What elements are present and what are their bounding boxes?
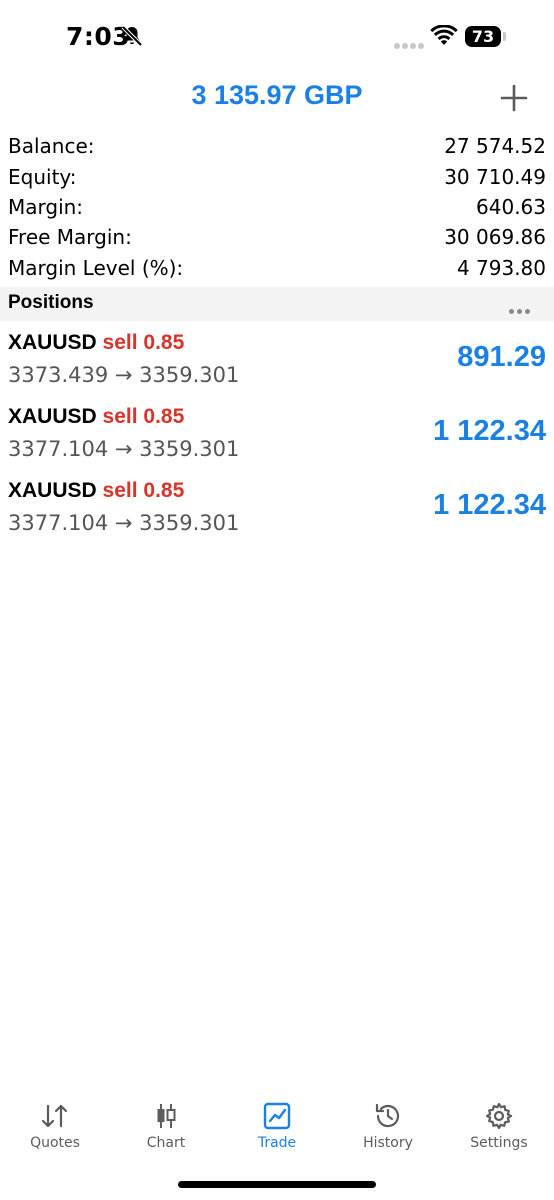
account-value: 27 574.52	[444, 134, 546, 159]
cellular-signal-icon	[394, 36, 426, 54]
account-row-balance: Balance: 27 574.52	[0, 131, 554, 161]
quotes-icon	[41, 1104, 68, 1128]
tab-quotes[interactable]: Quotes	[0, 1093, 110, 1151]
tab-label: History	[363, 1135, 413, 1151]
account-value: 640.63	[476, 194, 546, 219]
account-summary: Balance: 27 574.52 Equity: 30 710.49 Mar…	[0, 131, 554, 283]
account-row-margin-level: Margin Level (%): 4 793.80	[0, 253, 554, 283]
account-label: Margin:	[8, 194, 84, 219]
position-profit: 1 122.34	[433, 489, 546, 521]
history-icon	[375, 1103, 400, 1128]
position-row[interactable]: XAUUSD sell 0.85 3373.439 → 3359.301 891…	[0, 331, 554, 405]
position-direction: sell 0.85	[102, 405, 185, 428]
position-prices: 3377.104 → 3359.301	[8, 511, 240, 535]
bottom-tab-bar: Quotes Chart Trade History Settings	[0, 1093, 554, 1163]
account-label: Margin Level (%):	[8, 255, 184, 280]
account-label: Equity:	[8, 164, 77, 189]
position-direction: sell 0.85	[102, 331, 185, 354]
account-label: Free Margin:	[8, 225, 132, 250]
tab-trade[interactable]: Trade	[222, 1093, 332, 1151]
position-symbol-line: XAUUSD sell 0.85	[8, 479, 184, 503]
account-row-margin: Margin: 640.63	[0, 192, 554, 222]
bell-muted-icon	[121, 25, 143, 47]
battery-icon: 73	[465, 26, 501, 47]
more-options-icon[interactable]	[509, 301, 533, 319]
position-symbol: XAUUSD	[8, 405, 97, 428]
chart-icon	[157, 1104, 176, 1128]
position-profit: 1 122.34	[433, 415, 546, 447]
position-symbol: XAUUSD	[8, 331, 97, 354]
settings-icon	[485, 1102, 513, 1130]
wifi-icon	[430, 25, 458, 45]
tab-label: Quotes	[30, 1135, 80, 1151]
home-indicator	[178, 1181, 376, 1188]
account-value: 4 793.80	[456, 255, 546, 280]
position-profit: 891.29	[457, 341, 546, 373]
status-bar: 7:03 73	[0, 0, 554, 70]
position-symbol: XAUUSD	[8, 479, 97, 502]
account-row-equity: Equity: 30 710.49	[0, 161, 554, 191]
positions-title: Positions	[8, 292, 94, 313]
positions-section-header: Positions	[0, 287, 554, 321]
account-row-free-margin: Free Margin: 30 069.86	[0, 222, 554, 252]
trade-icon	[263, 1102, 291, 1130]
tab-settings[interactable]: Settings	[444, 1093, 554, 1151]
tab-label: Trade	[257, 1135, 297, 1151]
add-order-button[interactable]	[496, 80, 532, 116]
battery-tip	[503, 32, 506, 41]
position-prices: 3377.104 → 3359.301	[8, 437, 240, 461]
position-symbol-line: XAUUSD sell 0.85	[8, 331, 184, 355]
account-value: 30 069.86	[444, 225, 546, 250]
tab-chart[interactable]: Chart	[111, 1093, 221, 1151]
tab-label: Settings	[470, 1135, 528, 1151]
position-row[interactable]: XAUUSD sell 0.85 3377.104 → 3359.301 1 1…	[0, 405, 554, 479]
position-prices: 3373.439 → 3359.301	[8, 363, 240, 387]
account-label: Balance:	[8, 134, 95, 159]
account-profit-title: 3 135.97 GBP	[191, 80, 363, 110]
tab-label: Chart	[146, 1135, 186, 1151]
position-direction: sell 0.85	[102, 479, 185, 502]
account-value: 30 710.49	[444, 164, 546, 189]
tab-history[interactable]: History	[333, 1093, 443, 1151]
position-symbol-line: XAUUSD sell 0.85	[8, 405, 184, 429]
position-row[interactable]: XAUUSD sell 0.85 3377.104 → 3359.301 1 1…	[0, 479, 554, 553]
